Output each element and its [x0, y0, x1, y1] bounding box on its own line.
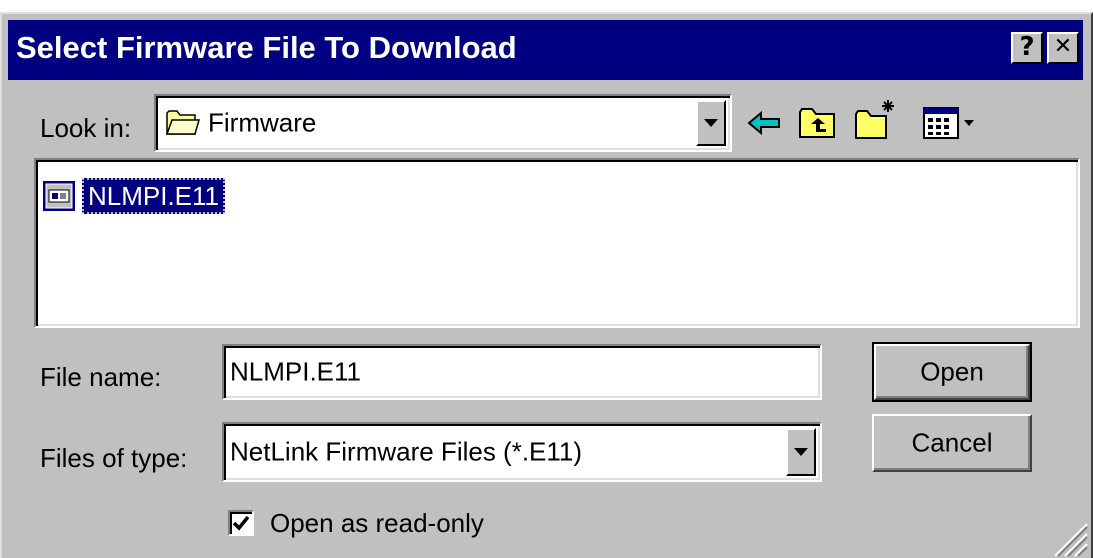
- read-only-label[interactable]: Open as read-only: [270, 508, 484, 539]
- close-button[interactable]: ✕: [1047, 32, 1079, 64]
- look-in-label: Look in:: [40, 113, 132, 143]
- checkmark-icon: [232, 515, 250, 531]
- help-button[interactable]: ?: [1011, 32, 1043, 64]
- new-folder-icon[interactable]: [854, 98, 898, 140]
- look-in-dropdown[interactable]: Firmware: [154, 94, 732, 152]
- file-name-label: File name:: [40, 362, 162, 392]
- file-type-value: NetLink Firmware Files (*.E11): [230, 436, 583, 467]
- cancel-button-label: Cancel: [911, 427, 993, 458]
- file-name-input[interactable]: NLMPI.E11: [222, 344, 822, 400]
- dialog-title: Select Firmware File To Download: [16, 30, 517, 65]
- file-type-label: Files of type:: [40, 443, 188, 473]
- open-button[interactable]: Open: [872, 342, 1032, 402]
- file-dialog: Select Firmware File To Download ? ✕ Loo…: [0, 12, 1093, 558]
- cancel-button[interactable]: Cancel: [872, 414, 1032, 472]
- view-menu-icon[interactable]: [922, 106, 980, 140]
- look-in-dropdown-button[interactable]: [696, 100, 726, 146]
- file-item-name[interactable]: NLMPI.E11: [82, 178, 226, 214]
- title-bar[interactable]: Select Firmware File To Download ? ✕: [8, 20, 1083, 80]
- open-button-label: Open: [920, 356, 984, 387]
- up-one-level-icon[interactable]: [798, 104, 838, 140]
- resize-grip-icon[interactable]: [1051, 520, 1089, 558]
- file-name-value: NLMPI.E11: [230, 356, 362, 387]
- file-type-dropdown-button[interactable]: [786, 428, 816, 476]
- look-in-value: Firmware: [208, 107, 317, 138]
- firmware-file-icon: [43, 181, 75, 211]
- file-type-dropdown[interactable]: NetLink Firmware Files (*.E11): [222, 422, 822, 482]
- folder-icon: [166, 110, 200, 135]
- back-arrow-icon[interactable]: [746, 110, 782, 136]
- read-only-checkbox[interactable]: [228, 510, 254, 536]
